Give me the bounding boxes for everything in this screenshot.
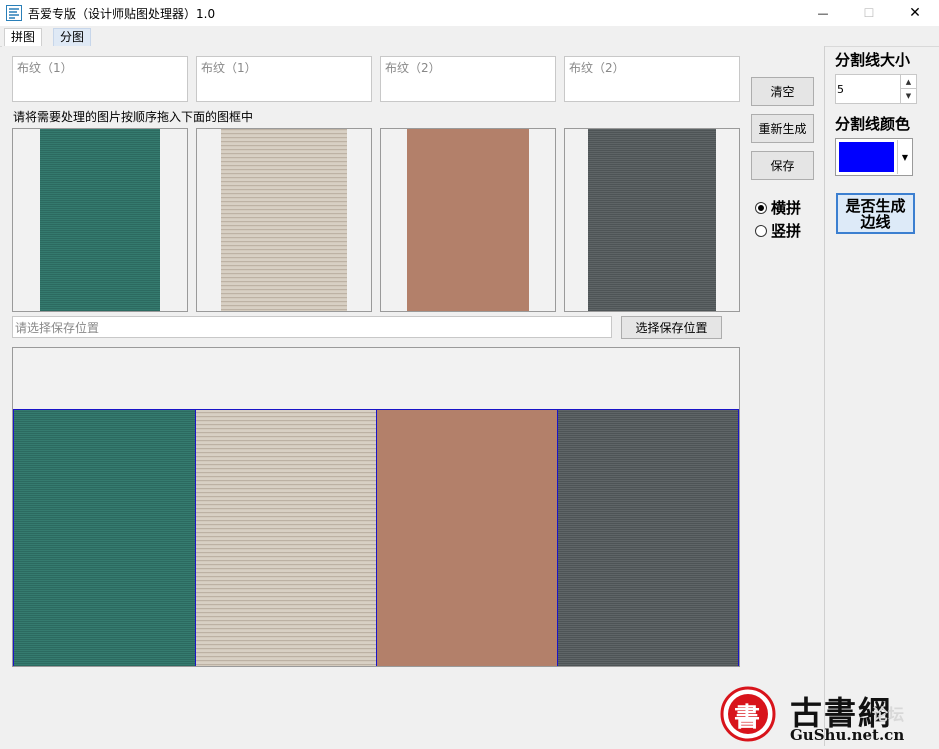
generate-edge-toggle[interactable]: 是否生成 边线 [836, 193, 915, 234]
divider-size-label: 分割线大小 [835, 51, 911, 69]
name-field-text: 布纹（2） [569, 61, 625, 75]
image-drop-frame-2[interactable] [196, 128, 372, 312]
radio-vertical-label: 竖拼 [771, 222, 802, 240]
preview-strip-terracotta [376, 409, 558, 666]
radio-horizontal-label: 横拼 [771, 199, 802, 217]
app-icon [6, 5, 22, 21]
window-title: 吾爱专版（设计师贴图处理器）1.0 [28, 7, 216, 21]
preview-strip-teal [13, 409, 196, 666]
maximize-button[interactable]: ☐ [846, 0, 892, 26]
color-swatch [839, 142, 894, 172]
regenerate-button[interactable]: 重新生成 [751, 114, 814, 143]
save-path-input[interactable]: 请选择保存位置 [12, 316, 612, 338]
name-field-1[interactable]: 布纹（1） [12, 56, 188, 102]
chevron-down-icon[interactable]: ▼ [897, 140, 912, 174]
name-field-text: 布纹（2） [385, 61, 441, 75]
divider-size-spinner[interactable]: 5 ▲ ▼ [835, 74, 917, 104]
name-field-4[interactable]: 布纹（2） [564, 56, 740, 102]
name-field-2[interactable]: 布纹（1） [196, 56, 372, 102]
beige-fabric-image [221, 129, 347, 311]
minimize-button[interactable]: — [800, 0, 846, 26]
tab-label: 拼图 [11, 30, 36, 44]
watermark-url: GuShu.net.cn [790, 726, 905, 744]
radio-vertical[interactable]: 竖拼 [755, 220, 801, 241]
preview-canvas [12, 347, 740, 667]
choose-location-button[interactable]: 选择保存位置 [621, 316, 722, 339]
preview-strip-beige [195, 409, 377, 666]
watermark-faded-text: 论坛 [872, 705, 905, 724]
radio-horizontal[interactable]: 横拼 [755, 197, 801, 218]
tab-label: 分图 [60, 30, 85, 44]
save-button-label: 保存 [770, 159, 795, 173]
choose-location-label: 选择保存位置 [635, 321, 708, 335]
name-field-3[interactable]: 布纹（2） [380, 56, 556, 102]
terracotta-fabric-image [407, 129, 529, 311]
seal-char: 書 [734, 703, 761, 733]
close-button[interactable]: ✕ [892, 0, 938, 26]
spin-down-icon[interactable]: ▼ [901, 89, 916, 103]
generate-edge-label-2: 边线 [860, 212, 891, 231]
watermark-seal-icon: 書 [719, 685, 777, 743]
divider-color-label: 分割线颜色 [835, 115, 911, 133]
preview-strip-dark-gray [557, 409, 739, 666]
radio-unchecked-icon [755, 224, 767, 237]
regenerate-button-label: 重新生成 [758, 122, 807, 136]
radio-checked-icon [755, 201, 767, 214]
tab-strip [0, 26, 939, 47]
tab-pintu[interactable]: 拼图 [4, 28, 43, 46]
image-drop-frame-1[interactable] [12, 128, 188, 312]
clear-button-label: 清空 [770, 85, 795, 99]
clear-button[interactable]: 清空 [751, 77, 814, 106]
tab-fentu[interactable]: 分图 [53, 28, 92, 47]
image-drop-frame-4[interactable] [564, 128, 740, 312]
minimize-icon: — [817, 6, 829, 20]
drag-hint: 请将需要处理的图片按顺序拖入下面的图框中 [13, 110, 254, 124]
generate-edge-label-1: 是否生成 [845, 196, 906, 215]
divider-size-value[interactable]: 5 [837, 83, 844, 96]
spinner-buttons: ▲ ▼ [900, 75, 916, 103]
teal-fabric-image [40, 129, 160, 311]
name-field-text: 布纹（1） [17, 61, 73, 75]
close-icon: ✕ [909, 5, 921, 21]
divider-color-picker[interactable]: ▼ [835, 138, 913, 176]
name-field-text: 布纹（1） [201, 61, 257, 75]
save-button[interactable]: 保存 [751, 151, 814, 180]
dark-gray-fabric-image [588, 129, 716, 311]
image-drop-frame-3[interactable] [380, 128, 556, 312]
spin-up-icon[interactable]: ▲ [901, 75, 916, 89]
maximize-icon: ☐ [863, 6, 875, 20]
